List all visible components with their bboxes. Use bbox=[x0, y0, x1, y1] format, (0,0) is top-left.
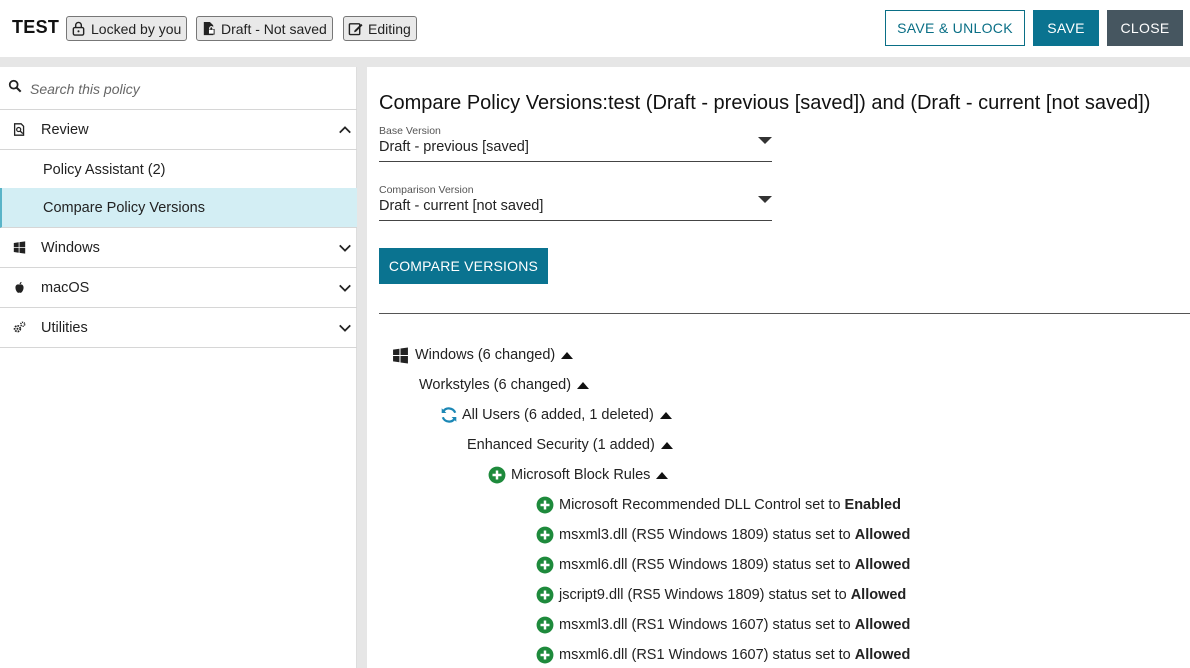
collapse-triangle-icon[interactable] bbox=[660, 441, 673, 449]
header-divider bbox=[0, 57, 1190, 67]
change-description: jscript9.dll (RS5 Windows 1809) status s… bbox=[559, 587, 847, 603]
sidebar-subitem-label: Policy Assistant (2) bbox=[43, 161, 166, 178]
tree-node-windows[interactable]: Windows (6 changed) bbox=[392, 344, 574, 366]
plus-circle-icon bbox=[536, 556, 554, 574]
tree-node-label: Workstyles (6 changed) bbox=[419, 377, 572, 393]
change-value: Allowed bbox=[850, 587, 907, 603]
policy-name: TEST bbox=[12, 17, 60, 37]
plus-circle-icon bbox=[536, 616, 554, 634]
compare-versions-button[interactable]: COMPARE VERSIONS bbox=[379, 248, 548, 284]
comparison-version-label: Comparison Version bbox=[379, 184, 474, 196]
lock-icon bbox=[72, 21, 85, 36]
sidebar-item-label: Review bbox=[41, 121, 89, 138]
sidebar: Review Policy Assistant (2) Compare Poli… bbox=[0, 67, 357, 668]
draft-badge: Draft - Not saved bbox=[196, 16, 333, 41]
tree-leaf-change: Microsoft Recommended DLL Control set to… bbox=[536, 494, 901, 516]
change-value: Enabled bbox=[844, 497, 901, 513]
sidebar-item-label: macOS bbox=[41, 279, 90, 296]
chevron-down-icon[interactable] bbox=[338, 241, 352, 255]
draft-badge-label: Draft - Not saved bbox=[221, 20, 327, 37]
tree-node-label: Enhanced Security (1 added) bbox=[467, 437, 655, 453]
plus-circle-icon bbox=[536, 586, 554, 604]
save-button[interactable]: SAVE bbox=[1033, 10, 1099, 46]
sidebar-splitter[interactable] bbox=[357, 67, 367, 668]
plus-circle-icon bbox=[488, 466, 506, 484]
chevron-down-icon[interactable] bbox=[338, 321, 352, 335]
section-divider bbox=[379, 313, 1190, 314]
header: TEST Locked by you Draft - Not saved Edi… bbox=[0, 0, 1190, 57]
change-description: msxml3.dll (RS5 Windows 1809) status set… bbox=[559, 527, 851, 543]
windows-icon bbox=[13, 241, 26, 254]
sidebar-item-macos[interactable]: macOS bbox=[0, 268, 357, 308]
editing-badge: Editing bbox=[343, 16, 417, 41]
editing-badge-label: Editing bbox=[368, 20, 411, 37]
sync-icon bbox=[441, 407, 457, 423]
dropdown-caret-icon[interactable] bbox=[758, 137, 772, 144]
tree-node-label: All Users (6 added, 1 deleted) bbox=[462, 407, 654, 423]
collapse-triangle-icon[interactable] bbox=[577, 381, 590, 389]
page-title: Compare Policy Versions:test (Draft - pr… bbox=[379, 92, 1151, 114]
locked-badge-label: Locked by you bbox=[91, 20, 182, 37]
tree-node-label: Microsoft Block Rules bbox=[511, 467, 651, 483]
change-description: msxml3.dll (RS1 Windows 1607) status set… bbox=[559, 617, 851, 633]
change-description: msxml6.dll (RS1 Windows 1607) status set… bbox=[559, 647, 851, 663]
tree-node-all-users[interactable]: All Users (6 added, 1 deleted) bbox=[440, 404, 672, 426]
tree-node-label: Windows (6 changed) bbox=[415, 347, 556, 363]
main-content: Compare Policy Versions:test (Draft - pr… bbox=[367, 67, 1190, 668]
chevron-down-icon[interactable] bbox=[338, 281, 352, 295]
search-icon bbox=[8, 79, 22, 93]
sidebar-item-label: Utilities bbox=[41, 319, 88, 336]
dropdown-caret-icon[interactable] bbox=[758, 196, 772, 203]
locked-badge: Locked by you bbox=[66, 16, 188, 41]
tree-leaf-change: jscript9.dll (RS5 Windows 1809) status s… bbox=[536, 584, 906, 606]
tree-leaf-change: msxml6.dll (RS1 Windows 1607) status set… bbox=[536, 644, 910, 666]
sidebar-item-label: Windows bbox=[41, 239, 100, 256]
tree-node-microsoft-block-rules[interactable]: Microsoft Block Rules bbox=[488, 464, 669, 486]
plus-circle-icon bbox=[536, 496, 554, 514]
save-unlock-button[interactable]: SAVE & UNLOCK bbox=[885, 10, 1025, 46]
review-icon bbox=[13, 123, 25, 136]
change-value: Allowed bbox=[854, 557, 911, 573]
comparison-version-value: Draft - current [not saved] bbox=[379, 198, 544, 214]
windows-icon bbox=[393, 347, 408, 363]
change-value: Allowed bbox=[854, 647, 911, 663]
sidebar-subitem-compare-policy-versions[interactable]: Compare Policy Versions bbox=[0, 188, 357, 228]
plus-circle-icon bbox=[536, 526, 554, 544]
gears-icon bbox=[13, 321, 26, 333]
tree-leaf-change: msxml3.dll (RS5 Windows 1809) status set… bbox=[536, 524, 910, 546]
collapse-triangle-icon[interactable] bbox=[561, 351, 574, 359]
plus-circle-icon bbox=[536, 646, 554, 664]
tree-leaf-change: msxml6.dll (RS5 Windows 1809) status set… bbox=[536, 554, 910, 576]
change-value: Allowed bbox=[854, 617, 911, 633]
chevron-up-icon[interactable] bbox=[338, 123, 352, 137]
sidebar-subitem-policy-assistant[interactable]: Policy Assistant (2) bbox=[0, 150, 357, 189]
sidebar-item-review[interactable]: Review bbox=[0, 110, 357, 150]
close-button[interactable]: CLOSE bbox=[1107, 10, 1183, 46]
tree-leaf-change: msxml3.dll (RS1 Windows 1607) status set… bbox=[536, 614, 910, 636]
tree-node-enhanced-security[interactable]: Enhanced Security (1 added) bbox=[467, 434, 673, 456]
apple-icon bbox=[15, 281, 24, 293]
edit-icon bbox=[348, 23, 363, 36]
sidebar-item-windows[interactable]: Windows bbox=[0, 228, 357, 268]
comparison-version-select[interactable]: Comparison Version Draft - current [not … bbox=[379, 184, 772, 221]
tree-node-workstyles[interactable]: Workstyles (6 changed) bbox=[419, 374, 590, 396]
sidebar-subitem-label: Compare Policy Versions bbox=[43, 199, 205, 216]
change-description: msxml6.dll (RS5 Windows 1809) status set… bbox=[559, 557, 851, 573]
file-lock-icon bbox=[203, 21, 215, 36]
search-box bbox=[0, 67, 357, 110]
sidebar-item-utilities[interactable]: Utilities bbox=[0, 308, 357, 348]
base-version-label: Base Version bbox=[379, 125, 441, 137]
collapse-triangle-icon[interactable] bbox=[656, 471, 669, 479]
change-value: Allowed bbox=[854, 527, 911, 543]
search-input[interactable] bbox=[30, 77, 340, 101]
base-version-value: Draft - previous [saved] bbox=[379, 139, 529, 155]
change-description: Microsoft Recommended DLL Control set to bbox=[559, 497, 841, 513]
base-version-select[interactable]: Base Version Draft - previous [saved] bbox=[379, 125, 772, 162]
collapse-triangle-icon[interactable] bbox=[659, 411, 672, 419]
